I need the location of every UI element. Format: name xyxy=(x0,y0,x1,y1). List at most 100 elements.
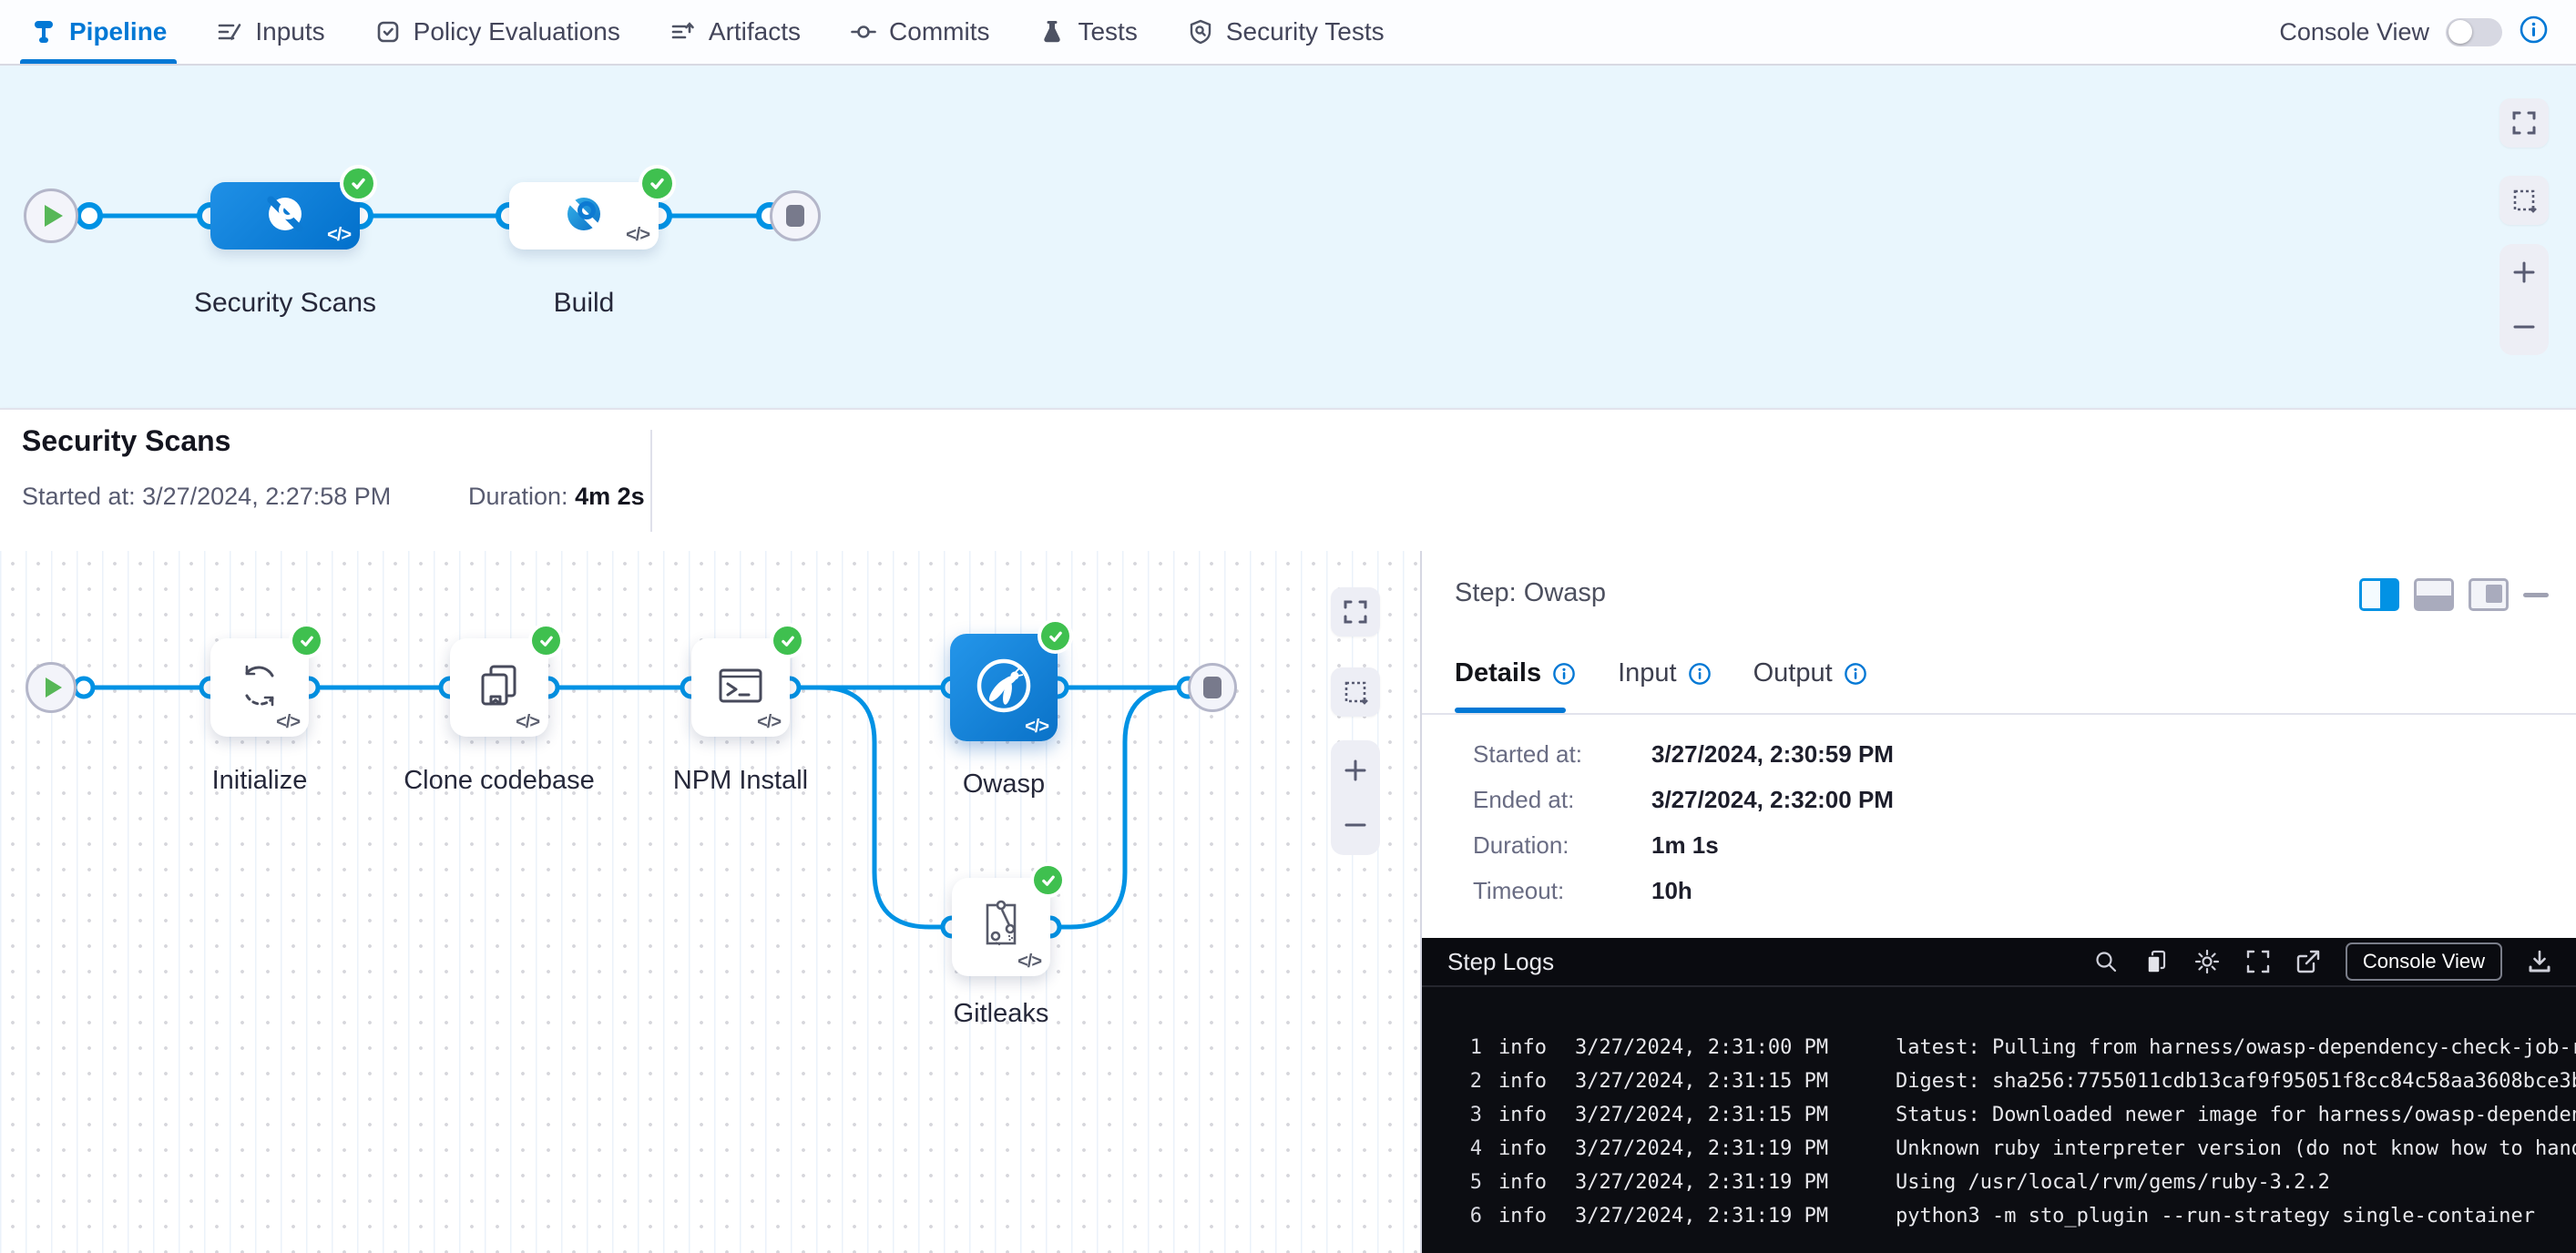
log-line-number: 1 xyxy=(1422,1036,1482,1059)
step-node-gitleaks[interactable]: </> xyxy=(952,878,1050,976)
log-message: Status: Downloaded newer image for harne… xyxy=(1896,1104,2576,1126)
step-label[interactable]: Owasp xyxy=(913,769,1095,800)
stage-node-build[interactable]: </> xyxy=(509,182,659,250)
step-label[interactable]: Clone codebase xyxy=(372,766,627,796)
zoom-in-button[interactable] xyxy=(2499,247,2549,298)
fullscreen-logs-icon[interactable] xyxy=(2245,949,2271,974)
step-logs-title: Step Logs xyxy=(1447,948,1554,976)
log-actions: Console View xyxy=(2093,942,2576,981)
layout-float-button[interactable] xyxy=(2469,578,2509,611)
stage-label[interactable]: Build xyxy=(493,288,675,319)
detail-label: Started at: xyxy=(1473,740,1651,769)
duration-value: 4m 2s xyxy=(575,483,645,510)
pipeline-end-node[interactable] xyxy=(770,190,821,241)
stage-title: Security Scans xyxy=(22,424,230,458)
console-view-button[interactable]: Console View xyxy=(2346,942,2502,981)
marquee-icon xyxy=(2511,188,2537,213)
info-icon[interactable] xyxy=(1552,662,1576,686)
duration-label: Duration: xyxy=(468,483,575,510)
stage-node-security-scans[interactable]: </> xyxy=(210,182,360,250)
nav-tab-label: Security Tests xyxy=(1226,17,1385,46)
commits-icon xyxy=(850,18,877,46)
open-external-icon[interactable] xyxy=(2295,949,2321,974)
marquee-icon xyxy=(1343,679,1368,705)
tab-security-tests[interactable]: Security Tests xyxy=(1162,0,1409,64)
info-icon[interactable] xyxy=(1688,662,1712,686)
security-shield-icon xyxy=(1187,18,1214,46)
log-line-number: 3 xyxy=(1422,1104,1482,1126)
step-panel-title: Step: Owasp xyxy=(1455,578,1606,608)
success-check-icon xyxy=(292,626,321,655)
tab-details[interactable]: Details xyxy=(1455,658,1576,688)
code-badge: </> xyxy=(516,712,539,733)
expand-canvas-button[interactable] xyxy=(2499,98,2549,148)
inputs-icon xyxy=(216,18,243,46)
tab-input[interactable]: Input xyxy=(1618,658,1712,688)
zoom-out-button[interactable] xyxy=(2499,301,2549,352)
step-logs-body[interactable]: 1 info 3/27/2024, 2:31:00 PM latest: Pul… xyxy=(1422,987,2576,1253)
tab-policy-evaluations[interactable]: Policy Evaluations xyxy=(350,0,645,64)
minus-icon xyxy=(2511,314,2537,340)
tab-artifacts[interactable]: Artifacts xyxy=(645,0,825,64)
detail-value: 3/27/2024, 2:30:59 PM xyxy=(1651,740,1894,769)
policy-check-icon xyxy=(374,18,402,46)
detail-label: Ended at: xyxy=(1473,786,1651,814)
step-node-initialize[interactable]: </> xyxy=(210,638,309,737)
step-label[interactable]: NPM Install xyxy=(622,766,859,796)
marquee-select-button[interactable] xyxy=(2499,176,2549,225)
zoom-out-button[interactable] xyxy=(1331,800,1380,851)
tab-commits[interactable]: Commits xyxy=(825,0,1014,64)
top-nav: Pipeline Inputs Policy Evaluations Artif… xyxy=(0,0,2576,66)
nav-tab-label: Pipeline xyxy=(69,17,167,46)
log-line: 6 info 3/27/2024, 2:31:19 PM python3 -m … xyxy=(1422,1199,2576,1233)
nav-tab-label: Commits xyxy=(889,17,989,46)
log-line: 5 info 3/27/2024, 2:31:19 PM Using /usr/… xyxy=(1422,1166,2576,1199)
zoom-controls xyxy=(1331,740,1380,855)
marquee-select-button[interactable] xyxy=(1331,667,1380,717)
layout-split-right-button[interactable] xyxy=(2359,578,2399,611)
detail-value: 10h xyxy=(1651,877,1692,905)
log-message: Using /usr/local/rvm/gems/ruby-3.2.2 xyxy=(1896,1171,2576,1194)
tab-pipeline[interactable]: Pipeline xyxy=(5,0,191,64)
search-logs-icon[interactable] xyxy=(2093,949,2119,974)
copy-logs-icon[interactable] xyxy=(2143,949,2169,974)
step-node-clone-codebase[interactable]: </> xyxy=(450,638,548,737)
download-logs-icon[interactable] xyxy=(2527,949,2552,974)
steps-end-node[interactable] xyxy=(1188,663,1237,712)
stage-duration: Duration: 4m 2s xyxy=(468,483,645,511)
tab-label: Input xyxy=(1618,658,1677,688)
log-timestamp: 3/27/2024, 2:31:15 PM xyxy=(1575,1104,1832,1126)
layout-split-bottom-button[interactable] xyxy=(2414,578,2454,611)
tests-flask-icon xyxy=(1038,18,1066,46)
step-label[interactable]: Gitleaks xyxy=(910,999,1092,1029)
step-details-panel: Step: Owasp Details Input Output xyxy=(1422,551,2576,1253)
log-line-number: 4 xyxy=(1422,1137,1482,1160)
step-label[interactable]: Initialize xyxy=(150,766,369,796)
log-message: latest: Pulling from harness/owasp-depen… xyxy=(1896,1036,2576,1059)
success-check-icon xyxy=(642,168,672,199)
zoom-in-button[interactable] xyxy=(1331,745,1380,796)
step-node-owasp[interactable]: </> xyxy=(950,634,1058,741)
step-logs-panel: Step Logs xyxy=(1422,938,2576,1253)
console-view-toggle[interactable] xyxy=(2446,18,2502,46)
tab-inputs[interactable]: Inputs xyxy=(191,0,349,64)
step-node-npm-install[interactable]: </> xyxy=(691,638,790,737)
detail-label: Duration: xyxy=(1473,831,1651,860)
log-timestamp: 3/27/2024, 2:31:19 PM xyxy=(1575,1171,1832,1194)
tab-output[interactable]: Output xyxy=(1753,658,1867,688)
tab-tests[interactable]: Tests xyxy=(1014,0,1161,64)
pipeline-start-node[interactable] xyxy=(24,188,78,243)
stage-graph-canvas: </> Security Scans </> Build xyxy=(0,66,2576,408)
pipeline-icon xyxy=(30,18,57,46)
log-settings-gear-icon[interactable] xyxy=(2193,948,2221,975)
info-icon[interactable] xyxy=(1844,662,1867,686)
stage-label[interactable]: Security Scans xyxy=(148,288,422,319)
steps-start-node[interactable] xyxy=(26,662,77,713)
log-level: info xyxy=(1498,1205,1549,1228)
minimize-panel-button[interactable] xyxy=(2523,593,2549,597)
success-check-icon xyxy=(1034,866,1062,894)
info-icon[interactable] xyxy=(2519,15,2549,49)
stop-icon xyxy=(1203,677,1222,698)
ci-stage-icon xyxy=(261,189,310,243)
expand-canvas-button[interactable] xyxy=(1331,587,1380,637)
